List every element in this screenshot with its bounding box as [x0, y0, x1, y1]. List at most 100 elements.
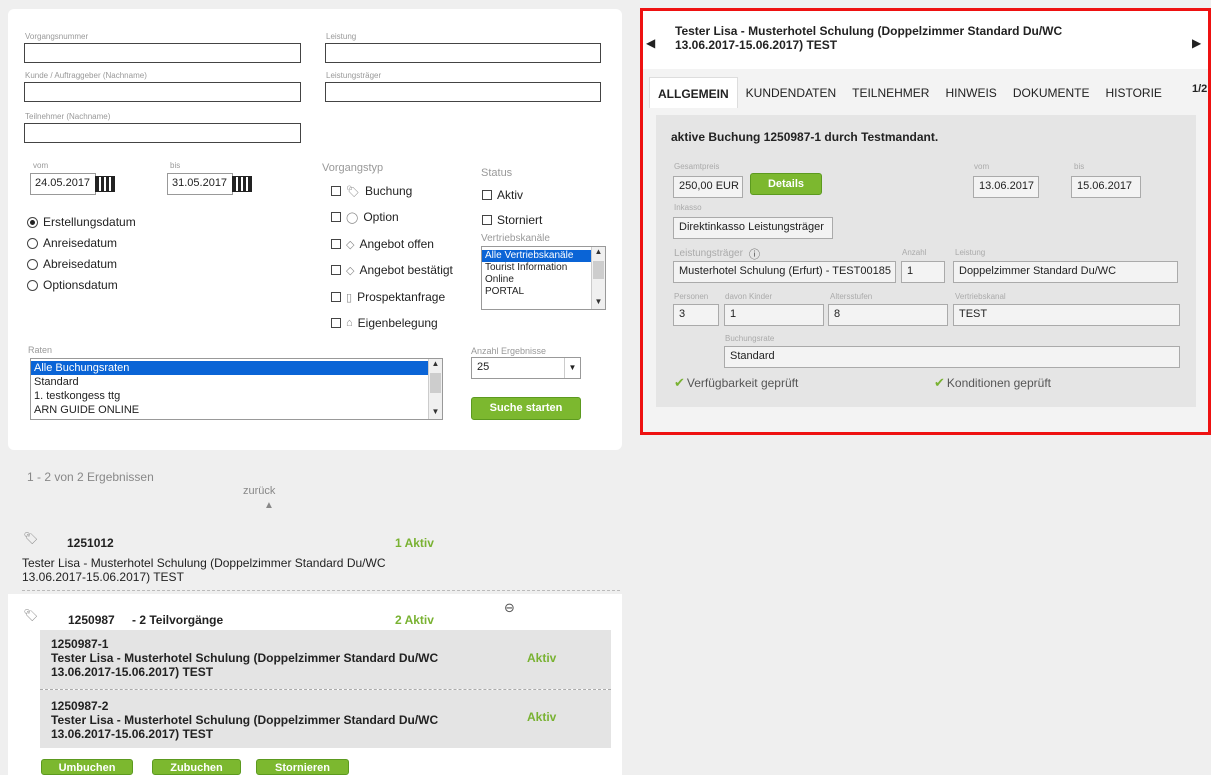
- tag-icon: 🏷: [346, 185, 360, 198]
- vorgangsnummer-label: Vorgangsnummer: [25, 32, 89, 41]
- price-field: 250,00 EUR: [673, 176, 743, 198]
- radio-anreisedatum[interactable]: Anreisedatum: [27, 236, 117, 250]
- search-button[interactable]: Suche starten: [471, 397, 581, 420]
- result-number[interactable]: 1251012: [67, 536, 114, 550]
- checkbox-eigenbelegung[interactable]: ⌂ Eigenbelegung: [331, 316, 438, 330]
- leistungstraeger-field: Musterhotel Schulung (Erfurt) - TEST0018…: [673, 261, 896, 283]
- date-from-input[interactable]: 24.05.2017: [30, 173, 96, 195]
- next-arrow-icon[interactable]: ▶: [1192, 36, 1201, 50]
- teilnehmer-input[interactable]: [24, 123, 301, 143]
- list-option[interactable]: Alle Vertriebskanäle: [482, 250, 605, 262]
- date-to-input[interactable]: 31.05.2017: [167, 173, 233, 195]
- tab-teilnehmer[interactable]: TEILNEHMER: [844, 77, 937, 108]
- scrollbar[interactable]: ▲ ▼: [591, 247, 605, 309]
- anzahl-field: 1: [901, 261, 945, 283]
- detail-title: Tester Lisa - Musterhotel Schulung (Dopp…: [675, 24, 1063, 38]
- zubuchen-button[interactable]: Zubuchen: [152, 759, 241, 775]
- scroll-down-icon[interactable]: ▼: [429, 407, 442, 419]
- list-item[interactable]: 1250987-1 Tester Lisa - Musterhotel Schu…: [40, 630, 611, 689]
- collapse-icon[interactable]: ⊖: [504, 600, 515, 616]
- sub-desc: Tester Lisa - Musterhotel Schulung (Dopp…: [51, 651, 439, 665]
- scroll-up-icon[interactable]: ▲: [429, 359, 442, 371]
- bis-label: bis: [170, 161, 181, 170]
- checkbox-icon: [331, 186, 341, 196]
- list-option[interactable]: 1. testkongess ttg: [31, 389, 442, 403]
- brochure-icon: ▯: [346, 291, 353, 304]
- list-option[interactable]: Tourist Information: [482, 262, 605, 274]
- anzahl-select[interactable]: 25 ▼: [471, 357, 581, 379]
- list-option[interactable]: Online: [482, 274, 605, 286]
- leistung-input[interactable]: [325, 43, 601, 63]
- list-option[interactable]: Standard: [31, 375, 442, 389]
- kinder-field: 1: [724, 304, 824, 326]
- prev-arrow-icon[interactable]: ◀: [646, 36, 655, 50]
- divider: [22, 590, 620, 591]
- tab-historie[interactable]: HISTORIE: [1097, 77, 1169, 108]
- back-link[interactable]: zurück: [243, 485, 275, 497]
- status-badge: 2 Aktiv: [395, 613, 434, 627]
- scrollbar[interactable]: ▲ ▼: [428, 359, 442, 419]
- kunde-input[interactable]: [24, 82, 301, 102]
- leistung-label: Leistung: [955, 248, 986, 257]
- sub-desc: 13.06.2017-15.06.2017) TEST: [51, 727, 214, 741]
- umbuchen-button[interactable]: Umbuchen: [41, 759, 133, 775]
- tab-bar: ALLGEMEIN KUNDENDATEN TEILNEHMER HINWEIS…: [649, 77, 1170, 108]
- scroll-up-icon[interactable]: ▲: [592, 247, 605, 259]
- checkbox-angebot-offen[interactable]: ◇ Angebot offen: [331, 237, 434, 251]
- booking-heading: aktive Buchung 1250987-1 durch Testmanda…: [671, 130, 939, 144]
- checkbox-prospektanfrage[interactable]: ▯ Prospektanfrage: [331, 290, 445, 304]
- inkasso-label: Inkasso: [674, 203, 702, 212]
- tag-icon: 🏷: [23, 608, 39, 622]
- sub-desc: Tester Lisa - Musterhotel Schulung (Dopp…: [51, 713, 439, 727]
- list-option[interactable]: Alle Buchungsraten: [31, 361, 428, 375]
- gesamtpreis-label: Gesamtpreis: [674, 162, 720, 171]
- list-option[interactable]: PORTAL: [482, 286, 605, 298]
- list-option[interactable]: ARN GUIDE ONLINE: [31, 403, 442, 417]
- list-item[interactable]: 1250987-2 Tester Lisa - Musterhotel Schu…: [40, 690, 611, 748]
- result-number[interactable]: 1250987: [68, 613, 115, 627]
- buchungsrate-field: Standard: [724, 346, 1180, 368]
- personen-field: 3: [673, 304, 719, 326]
- vom-label: vom: [33, 161, 49, 170]
- leistungstraeger-input[interactable]: [325, 82, 601, 102]
- vorgangsnummer-input[interactable]: [24, 43, 301, 63]
- checkbox-icon: [331, 318, 341, 328]
- radio-optionsdatum[interactable]: Optionsdatum: [27, 278, 118, 292]
- scroll-thumb[interactable]: [430, 373, 441, 393]
- vertriebskanaele-label: Vertriebskanäle: [481, 233, 550, 244]
- leistungstraeger-label: Leistungsträger: [674, 248, 743, 259]
- radio-erstellungsdatum[interactable]: Erstellungsdatum: [27, 215, 136, 229]
- calendar-icon[interactable]: [232, 176, 252, 192]
- vertriebskanaele-list[interactable]: Alle Vertriebskanäle Tourist Information…: [481, 246, 606, 310]
- scroll-down-icon[interactable]: ▼: [592, 297, 605, 309]
- tab-kundendaten[interactable]: KUNDENDATEN: [738, 77, 844, 108]
- checkbox-angebot-bestaetigt[interactable]: ◇ Angebot bestätigt: [331, 263, 453, 277]
- checkbox-icon: [482, 215, 492, 225]
- status-badge: Aktiv: [527, 710, 557, 724]
- house-icon: ⌂: [346, 317, 353, 329]
- sub-number: 1250987-1: [51, 637, 109, 651]
- checkbox-buchung[interactable]: 🏷 Buchung: [331, 184, 412, 198]
- pager: 1/2: [1192, 83, 1208, 95]
- result-sub-count: - 2 Teilvorgänge: [132, 613, 224, 627]
- checkbox-option[interactable]: ◯ Option: [331, 210, 399, 224]
- tab-hinweis[interactable]: HINWEIS: [937, 77, 1004, 108]
- radio-abreisedatum[interactable]: Abreisedatum: [27, 257, 117, 271]
- checkbox-aktiv[interactable]: Aktiv: [482, 188, 523, 202]
- status-badge: 1 Aktiv: [395, 536, 434, 550]
- tab-dokumente[interactable]: DOKUMENTE: [1005, 77, 1098, 108]
- stornieren-button[interactable]: Stornieren: [256, 759, 349, 775]
- detail-title: 13.06.2017-15.06.2017) TEST: [675, 38, 838, 52]
- arrow-up-icon[interactable]: ▲: [264, 500, 274, 511]
- booking-details: aktive Buchung 1250987-1 durch Testmanda…: [656, 115, 1196, 407]
- tab-allgemein[interactable]: ALLGEMEIN: [649, 77, 738, 108]
- info-icon[interactable]: ⓘ: [749, 246, 760, 262]
- checkbox-storniert[interactable]: Storniert: [482, 213, 542, 227]
- radio-icon: [27, 279, 38, 291]
- details-button[interactable]: Details: [750, 173, 822, 195]
- scroll-thumb[interactable]: [593, 261, 604, 279]
- raten-list[interactable]: Alle Buchungsraten Standard 1. testkonge…: [30, 358, 443, 420]
- calendar-icon[interactable]: [95, 176, 115, 192]
- anzahl-label: Anzahl: [902, 248, 927, 257]
- leistungstraeger-label: Leistungsträger: [326, 71, 382, 80]
